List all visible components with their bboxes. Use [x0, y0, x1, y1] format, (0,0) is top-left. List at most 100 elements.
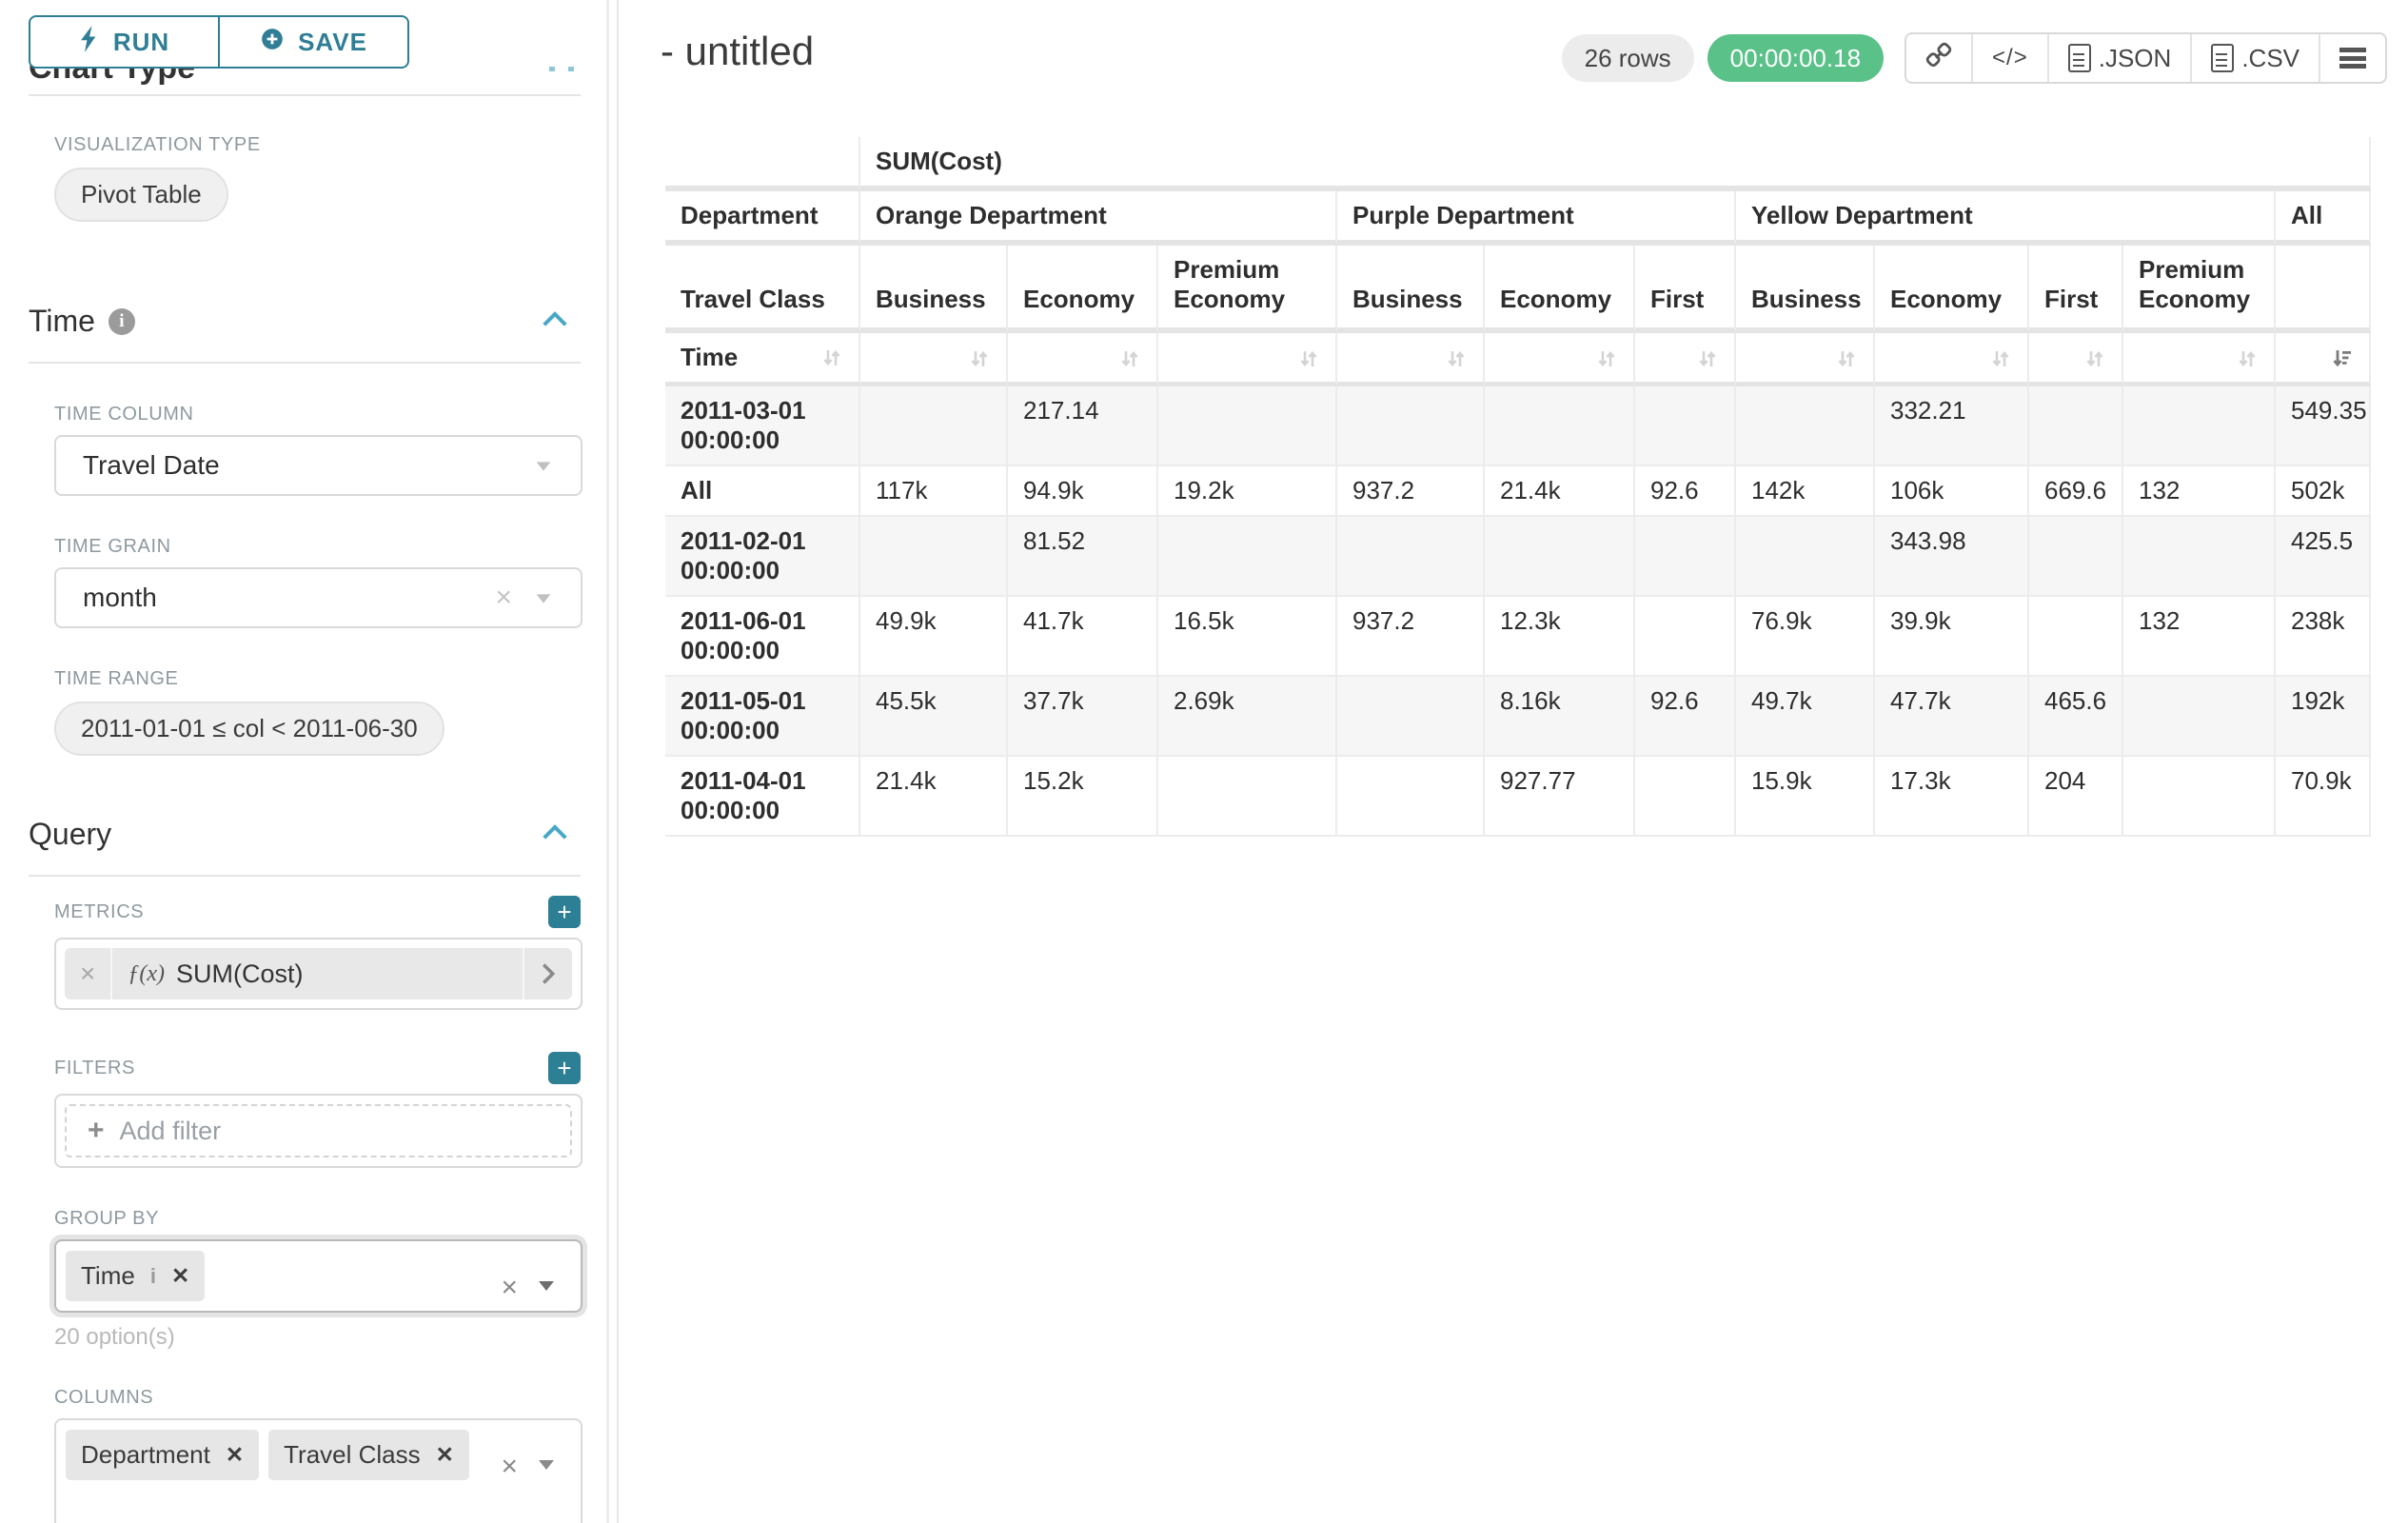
col-group-orange: Orange Department [860, 191, 1337, 246]
pivot-cell: 106k [1875, 466, 2029, 517]
columns-chip-department[interactable]: Department ✕ [66, 1430, 259, 1480]
group-by-select[interactable]: Time i ✕ × [54, 1239, 582, 1313]
add-filter-button[interactable]: + Add filter [65, 1104, 572, 1157]
sort-icon[interactable] [1989, 347, 2012, 370]
row-count-badge: 26 rows [1562, 34, 1694, 82]
sub-col-header [2276, 246, 2371, 333]
pivot-cell: 204 [2029, 757, 2123, 837]
chevron-right-icon[interactable] [523, 948, 572, 999]
pivot-cell [860, 517, 1008, 597]
sort-icon[interactable] [1835, 347, 1858, 370]
export-csv-button[interactable]: .CSV [2190, 34, 2319, 82]
sub-col-header: Premium Economy [1158, 246, 1337, 333]
sort-descending-icon[interactable] [2331, 347, 2354, 370]
pivot-cell: 76.9k [1736, 597, 1875, 677]
pivot-cell: 12.3k [1485, 597, 1635, 677]
add-filter-label: Add filter [120, 1117, 222, 1146]
time-range-label: TIME RANGE [54, 668, 581, 690]
copy-link-button[interactable] [1906, 34, 1971, 82]
clear-icon[interactable]: × [501, 1451, 518, 1483]
chevron-up-icon[interactable] [541, 822, 569, 846]
pivot-cell [2123, 677, 2276, 757]
time-range-value[interactable]: 2011-01-01 ≤ col < 2011-06-30 [54, 702, 444, 756]
remove-metric-icon[interactable]: × [65, 948, 112, 999]
chart-title[interactable]: - untitled [661, 29, 814, 74]
query-section-header[interactable]: Query [29, 817, 581, 852]
menu-button[interactable] [2319, 34, 2385, 82]
time-axis-label: Time [681, 343, 738, 372]
time-column-label: TIME COLUMN [54, 404, 581, 425]
sort-icon[interactable] [1297, 347, 1320, 370]
sort-icon[interactable] [2083, 347, 2106, 370]
add-filter-plus-button[interactable]: + [548, 1052, 581, 1084]
metric-name: SUM(Cost) [176, 959, 304, 989]
export-json-button[interactable]: .JSON [2047, 34, 2191, 82]
pivot-cell: 70.9k [2276, 757, 2371, 837]
pivot-cell [1635, 757, 1736, 837]
pivot-row: 2011-04-01 00:00:0021.4k15.2k927.7715.9k… [665, 757, 2371, 837]
sortable-column-cell [2123, 333, 2276, 386]
pivot-row: 2011-02-01 00:00:0081.52343.98425.5 [665, 517, 2371, 597]
metrics-label: METRICS [54, 901, 144, 923]
pivot-cell: 94.9k [1008, 466, 1158, 517]
group-by-chip-time[interactable]: Time i ✕ [66, 1251, 205, 1301]
sort-icon[interactable] [968, 347, 991, 370]
sort-icon[interactable] [1118, 347, 1141, 370]
divider [29, 875, 581, 877]
save-button[interactable]: SAVE [219, 15, 409, 69]
clear-icon[interactable]: × [495, 582, 512, 614]
metric-chip[interactable]: × ƒ(x) SUM(Cost) [65, 948, 572, 999]
run-button[interactable]: RUN [29, 15, 219, 69]
sub-col-header: Economy [1875, 246, 2029, 333]
columns-chip-travel-class[interactable]: Travel Class ✕ [268, 1430, 469, 1480]
remove-chip-icon[interactable]: ✕ [436, 1442, 454, 1468]
columns-select[interactable]: Department ✕ Travel Class ✕ × [54, 1418, 582, 1523]
pivot-cell: 15.2k [1008, 757, 1158, 837]
pivot-cell [1158, 757, 1337, 837]
visualization-type-value[interactable]: Pivot Table [54, 168, 228, 222]
clear-icon[interactable]: × [501, 1272, 518, 1304]
pivot-cell: 15.9k [1736, 757, 1875, 837]
sortable-column-cell [860, 333, 1008, 386]
sortable-column-cell [1337, 333, 1485, 386]
col-group-all: All [2276, 191, 2371, 246]
sort-icon[interactable] [1445, 347, 1468, 370]
remove-chip-icon[interactable]: ✕ [226, 1442, 244, 1468]
sub-col-header: Economy [1008, 246, 1158, 333]
pivot-cell [2123, 757, 2276, 837]
chevron-up-icon[interactable] [541, 309, 569, 333]
pivot-cell [1635, 597, 1736, 677]
time-grain-select[interactable]: month × [54, 567, 582, 628]
sort-icon[interactable] [820, 346, 843, 369]
pivot-cell [2029, 597, 2123, 677]
pivot-cell: 37.7k [1008, 677, 1158, 757]
group-by-label: GROUP BY [54, 1208, 581, 1230]
sort-icon[interactable] [2236, 347, 2259, 370]
divider [29, 362, 581, 364]
panel-scrollbar[interactable] [606, 0, 609, 1523]
pivot-cell: 8.16k [1485, 677, 1635, 757]
col-group-yellow: Yellow Department [1736, 191, 2276, 246]
pivot-cell: 937.2 [1337, 466, 1485, 517]
remove-chip-icon[interactable]: ✕ [171, 1263, 189, 1289]
pivot-cell: 117k [860, 466, 1008, 517]
sort-icon[interactable] [1595, 347, 1618, 370]
time-section-header[interactable]: Time i [29, 304, 581, 339]
view-query-button[interactable]: </> [1971, 34, 2047, 82]
sort-icon[interactable] [1696, 347, 1719, 370]
metric-header-row: SUM(Cost) [665, 137, 2371, 191]
pivot-row-label: All [665, 466, 860, 517]
pivot-cell [1158, 386, 1337, 466]
pivot-row-label: 2011-03-01 00:00:00 [665, 386, 860, 466]
control-panel: RUN SAVE Chart Type VISUALIZATION TYPE P… [0, 0, 619, 1523]
pivot-cell: 81.52 [1008, 517, 1158, 597]
pivot-cell: 41.7k [1008, 597, 1158, 677]
add-metric-button[interactable]: + [548, 896, 581, 928]
hamburger-menu-icon [2339, 48, 2366, 69]
columns-label: COLUMNS [54, 1387, 581, 1409]
sub-col-header: Business [1337, 246, 1485, 333]
time-column-select[interactable]: Travel Date [54, 435, 582, 496]
link-icon [1925, 42, 1952, 75]
caret-down-icon [535, 1277, 558, 1299]
time-column-value: Travel Date [83, 450, 220, 481]
